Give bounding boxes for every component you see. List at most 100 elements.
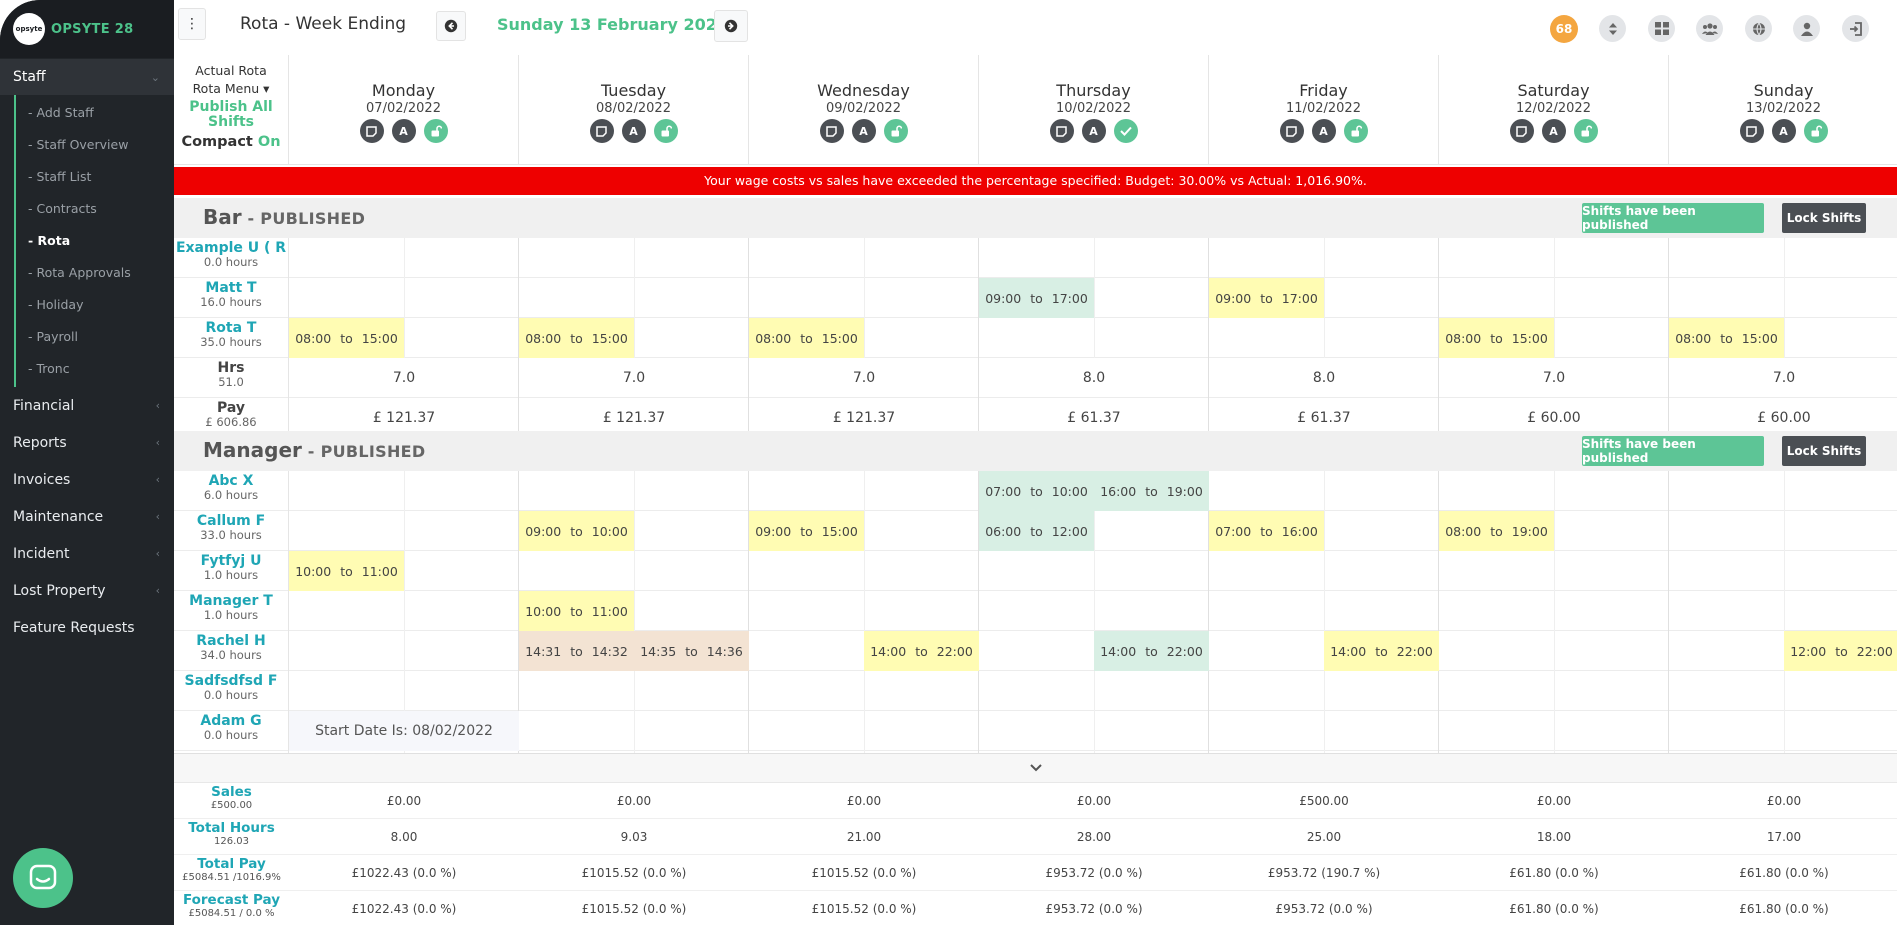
shift-block[interactable]: 09:00 to 17:00	[1209, 278, 1324, 318]
department-separator: -	[301, 442, 321, 461]
chat-icon[interactable]	[13, 848, 73, 908]
half-divider	[1324, 711, 1325, 751]
sidebar-section[interactable]: Financial ‹	[0, 387, 174, 424]
sidebar-section[interactable]: Lost Property ‹	[0, 572, 174, 609]
staff-name[interactable]: Rachel H	[174, 633, 288, 649]
kebab-menu-icon[interactable]: ⋮	[178, 8, 206, 40]
summary-row: Total Hours 126.03 8.00 9.03 21.00 28.00 25.00…	[174, 819, 1897, 855]
shift-block[interactable]: 16:00 to 19:00	[1094, 471, 1209, 511]
shift-to: to	[570, 603, 583, 619]
staff-hours: 0.0 hours	[203, 255, 259, 269]
sidebar-subitem[interactable]: - Payroll	[16, 321, 174, 353]
sidebar-section[interactable]: Invoices ‹	[0, 461, 174, 498]
sidebar-section[interactable]: Reports ‹	[0, 424, 174, 461]
a-icon[interactable]: A	[621, 119, 646, 143]
logout-icon[interactable]	[1842, 15, 1869, 42]
sidebar-subitem[interactable]: - Tronc	[16, 353, 174, 385]
next-week-button[interactable]	[714, 10, 748, 42]
staff-name[interactable]: Fytfyj U	[174, 553, 288, 569]
note-icon[interactable]	[359, 119, 384, 143]
shift-block[interactable]: 14:00 to 22:00	[1324, 631, 1439, 671]
week-ending-date[interactable]: Sunday 13 February 2022	[497, 15, 728, 34]
unlock-icon[interactable]	[423, 119, 448, 143]
sidebar-section-staff[interactable]: Staff ⌄	[0, 59, 174, 95]
shift-block[interactable]: 14:00 to 22:00	[864, 631, 979, 671]
shift-block[interactable]: 09:00 to 15:00	[749, 511, 864, 551]
note-icon[interactable]	[1509, 119, 1534, 143]
note-icon[interactable]	[589, 119, 614, 143]
check-icon[interactable]	[1113, 119, 1138, 143]
unlock-icon[interactable]	[653, 119, 678, 143]
shift-block[interactable]: 12:00 to 22:00	[1784, 631, 1897, 671]
rota-menu-dropdown[interactable]: Rota Menu ▾	[174, 81, 288, 96]
shift-block[interactable]: 14:31 to 14:32	[519, 631, 634, 671]
staff-name[interactable]: Rota T	[174, 320, 288, 336]
shift-block[interactable]: 09:00 to 17:00	[979, 278, 1094, 318]
sidebar-subitem[interactable]: - Staff Overview	[16, 129, 174, 161]
shifts-published-button[interactable]: Shifts have been published	[1582, 203, 1764, 233]
sidebar-subitem[interactable]: - Contracts	[16, 193, 174, 225]
sidebar-subitem[interactable]: - Rota	[16, 225, 174, 257]
sidebar-section[interactable]: Feature Requests	[0, 609, 174, 646]
shift-block[interactable]: 08:00 to 15:00	[519, 318, 634, 358]
note-icon[interactable]	[819, 119, 844, 143]
shift-block[interactable]: 08:00 to 15:00	[1439, 318, 1554, 358]
sidebar-subitem[interactable]: - Staff List	[16, 161, 174, 193]
staff-name[interactable]: Sadfsdfsd F	[174, 673, 288, 689]
brand[interactable]: opsyte OPSYTE 28	[0, 0, 174, 58]
a-icon[interactable]: A	[851, 119, 876, 143]
note-icon[interactable]	[1279, 119, 1304, 143]
notification-badge[interactable]: 68	[1550, 15, 1578, 43]
unlock-icon[interactable]	[1803, 119, 1828, 143]
note-icon[interactable]	[1049, 119, 1074, 143]
shift-block[interactable]: 07:00 to 10:00	[979, 471, 1094, 511]
staff-name[interactable]: Matt T	[174, 280, 288, 296]
a-icon[interactable]: A	[1541, 119, 1566, 143]
a-icon[interactable]: A	[391, 119, 416, 143]
unlock-icon[interactable]	[1573, 119, 1598, 143]
shift-block[interactable]: 06:00 to 12:00	[979, 511, 1094, 551]
lock-shifts-button[interactable]: Lock Shifts	[1782, 436, 1866, 466]
sidebar-subitem[interactable]: - Rota Approvals	[16, 257, 174, 289]
staff-name[interactable]: Abc X	[174, 473, 288, 489]
collapse-toggle[interactable]	[174, 753, 1897, 783]
sidebar-section[interactable]: Incident ‹	[0, 535, 174, 572]
prev-week-button[interactable]	[436, 11, 466, 41]
shift-block[interactable]: 07:00 to 16:00	[1209, 511, 1324, 551]
shift-block[interactable]: 14:00 to 22:00	[1094, 631, 1209, 671]
note-icon[interactable]	[1739, 119, 1764, 143]
a-icon[interactable]: A	[1081, 119, 1106, 143]
sidebar-subitem[interactable]: - Add Staff	[16, 97, 174, 129]
shift-block[interactable]: 14:35 to 14:36	[634, 631, 749, 671]
publish-all-shifts-link[interactable]: Publish All Shifts	[174, 100, 288, 130]
summary-value: £0.00	[846, 794, 882, 808]
staff-name[interactable]: Callum F	[174, 513, 288, 529]
globe-icon[interactable]	[1745, 15, 1772, 42]
shift-block[interactable]: 08:00 to 15:00	[289, 318, 404, 358]
sidebar-subitem[interactable]: - Holiday	[16, 289, 174, 321]
users-icon[interactable]	[1696, 15, 1723, 42]
compact-toggle[interactable]: Compact On	[174, 134, 288, 150]
lock-shifts-button[interactable]: Lock Shifts	[1782, 203, 1866, 233]
shift-block[interactable]: 08:00 to 15:00	[749, 318, 864, 358]
grid-icon[interactable]	[1648, 15, 1675, 42]
shift-block[interactable]: 08:00 to 15:00	[1669, 318, 1784, 358]
actual-rota-label[interactable]: Actual Rota	[174, 63, 288, 78]
a-icon[interactable]: A	[1311, 119, 1336, 143]
staff-name[interactable]: Manager T	[174, 593, 288, 609]
a-icon[interactable]: A	[1771, 119, 1796, 143]
staff-row: Fytfyj U 1.0 hours 10:00 to 11:00	[174, 551, 1897, 591]
sort-icon[interactable]	[1599, 15, 1626, 42]
shifts-published-button[interactable]: Shifts have been published	[1582, 436, 1764, 466]
shift-block[interactable]: 10:00 to 11:00	[519, 591, 634, 631]
staff-name[interactable]: Adam G	[174, 713, 288, 729]
shift-block[interactable]: 10:00 to 11:00	[289, 551, 404, 591]
unlock-icon[interactable]	[883, 119, 908, 143]
unlock-icon[interactable]	[1343, 119, 1368, 143]
user-icon[interactable]	[1793, 15, 1820, 42]
shift-block[interactable]: 08:00 to 19:00	[1439, 511, 1554, 551]
shift-block[interactable]: 09:00 to 10:00	[519, 511, 634, 551]
topbar: ⋮ Rota - Week Ending Sunday 13 February …	[174, 0, 1897, 55]
staff-name[interactable]: Example U ( R	[174, 240, 288, 256]
sidebar-section[interactable]: Maintenance ‹	[0, 498, 174, 535]
